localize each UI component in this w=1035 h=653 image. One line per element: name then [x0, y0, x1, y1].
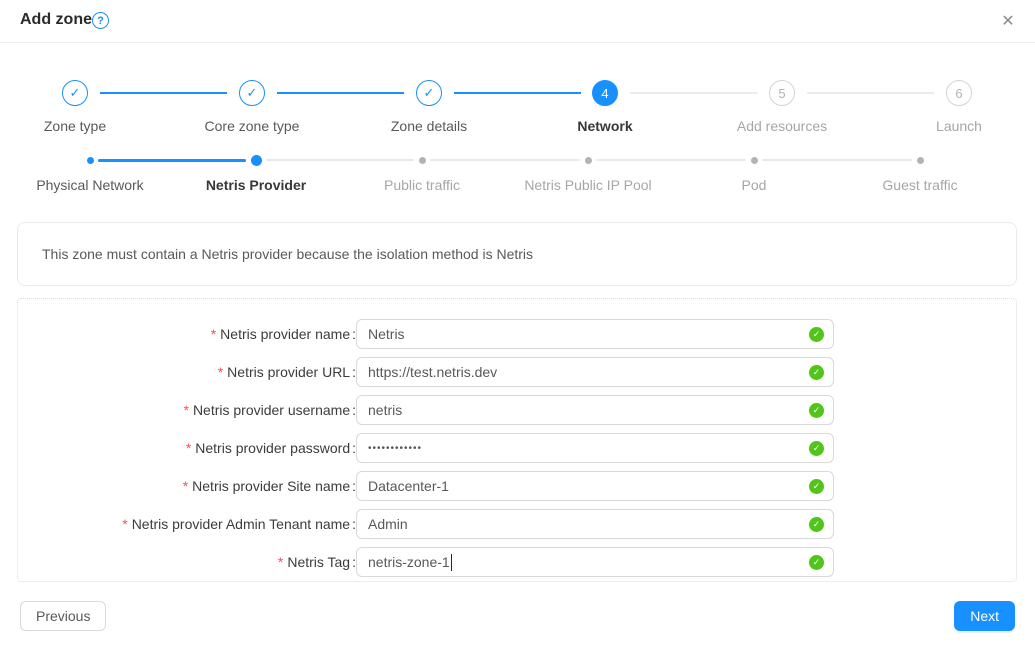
- substep-connector: [98, 159, 246, 162]
- netris-provider-url-input[interactable]: https://test.netris.dev ✓: [356, 357, 834, 387]
- netris-provider-name-input[interactable]: Netris ✓: [356, 319, 834, 349]
- form-row: * Netris provider name : Netris ✓: [18, 319, 1018, 349]
- substep-connector: [266, 159, 414, 161]
- text-cursor: [451, 554, 453, 571]
- form-row: * Netris provider URL : https://test.net…: [18, 357, 1018, 387]
- close-icon[interactable]: ✕: [997, 10, 1019, 32]
- step-label: Network: [525, 118, 685, 134]
- netris-provider-password-input[interactable]: •••••••••••• ✓: [356, 433, 834, 463]
- required-asterisk: *: [183, 402, 188, 418]
- step-zone-type: ✓ Zone type: [0, 80, 155, 134]
- substep-connector: [762, 159, 912, 161]
- step-check-icon: ✓: [416, 80, 442, 106]
- field-label: * Netris provider URL :: [218, 357, 356, 387]
- header-divider: [0, 42, 1035, 43]
- substep-connector: [596, 159, 746, 161]
- substep-connector: [430, 159, 580, 161]
- substep-dot-netris-provider: [251, 155, 262, 166]
- valid-check-icon: ✓: [809, 555, 824, 570]
- substep-dot-public-traffic: [419, 157, 426, 164]
- step-launch: 6 Launch: [879, 80, 1035, 134]
- required-asterisk: *: [122, 516, 127, 532]
- netris-provider-admin-tenant-name-input[interactable]: Admin ✓: [356, 509, 834, 539]
- valid-check-icon: ✓: [809, 441, 824, 456]
- step-label: Core zone type: [172, 118, 332, 134]
- substep-dot-physical-network: [87, 157, 94, 164]
- field-label: * Netris Tag :: [278, 547, 356, 577]
- form-row: * Netris provider username : netris ✓: [18, 395, 1018, 425]
- substep-dot-netris-public-ip-pool: [585, 157, 592, 164]
- required-asterisk: *: [186, 440, 191, 456]
- form-row: * Netris Tag : netris-zone-1 ✓: [18, 547, 1018, 577]
- next-button[interactable]: Next: [954, 601, 1015, 631]
- step-network: 4 Network: [525, 80, 685, 134]
- field-label: * Netris provider name :: [211, 319, 356, 349]
- notice-text: This zone must contain a Netris provider…: [42, 246, 533, 262]
- required-asterisk: *: [278, 554, 283, 570]
- step-number: 6: [946, 80, 972, 106]
- valid-check-icon: ✓: [809, 403, 824, 418]
- valid-check-icon: ✓: [809, 365, 824, 380]
- netris-tag-input[interactable]: netris-zone-1 ✓: [356, 547, 834, 577]
- field-label: * Netris provider username :: [183, 395, 356, 425]
- step-number: 4: [592, 80, 618, 106]
- dialog-title: Add zone: [20, 11, 92, 29]
- required-asterisk: *: [218, 364, 223, 380]
- netris-provider-site-name-input[interactable]: Datacenter-1 ✓: [356, 471, 834, 501]
- step-label: Add resources: [702, 118, 862, 134]
- add-zone-dialog: Add zone ? ✕ ✓ Zone type ✓ Core zone typ…: [0, 0, 1035, 653]
- field-label: * Netris provider Admin Tenant name :: [122, 509, 356, 539]
- help-icon[interactable]: ?: [92, 12, 109, 29]
- step-zone-details: ✓ Zone details: [349, 80, 509, 134]
- valid-check-icon: ✓: [809, 479, 824, 494]
- step-number: 5: [769, 80, 795, 106]
- form-row: * Netris provider Site name : Datacenter…: [18, 471, 1018, 501]
- step-add-resources: 5 Add resources: [702, 80, 862, 134]
- required-asterisk: *: [183, 478, 188, 494]
- field-label: * Netris provider password :: [186, 433, 356, 463]
- substep-dot-guest-traffic: [917, 157, 924, 164]
- required-asterisk: *: [211, 326, 216, 342]
- step-core-zone-type: ✓ Core zone type: [172, 80, 332, 134]
- form-row: * Netris provider Admin Tenant name : Ad…: [18, 509, 1018, 539]
- step-label: Zone type: [0, 118, 155, 134]
- form-row: * Netris provider password : •••••••••••…: [18, 433, 1018, 463]
- previous-button[interactable]: Previous: [20, 601, 106, 631]
- valid-check-icon: ✓: [809, 517, 824, 532]
- substep-label-guest-traffic: Guest traffic: [820, 177, 1020, 193]
- step-check-icon: ✓: [239, 80, 265, 106]
- valid-check-icon: ✓: [809, 327, 824, 342]
- netris-provider-username-input[interactable]: netris ✓: [356, 395, 834, 425]
- netris-provider-form: * Netris provider name : Netris ✓ * Netr…: [17, 298, 1017, 582]
- step-label: Launch: [879, 118, 1035, 134]
- field-label: * Netris provider Site name :: [183, 471, 356, 501]
- step-label: Zone details: [349, 118, 509, 134]
- step-check-icon: ✓: [62, 80, 88, 106]
- notice-box: This zone must contain a Netris provider…: [17, 222, 1017, 286]
- substep-dot-pod: [751, 157, 758, 164]
